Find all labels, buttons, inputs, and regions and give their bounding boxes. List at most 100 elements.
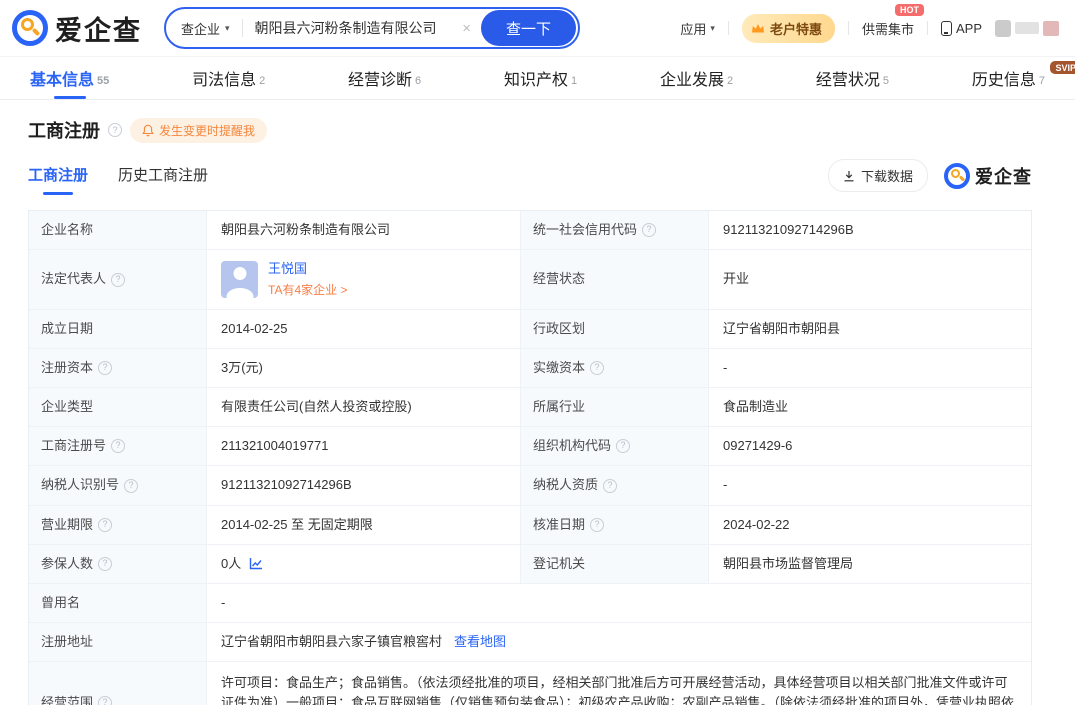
help-icon[interactable]: ? bbox=[98, 361, 112, 375]
address-value: 辽宁省朝阳市朝阳县六家子镇官粮窖村 查看地图 bbox=[207, 623, 1031, 661]
reg-capital-label: 注册资本 ? bbox=[29, 349, 207, 387]
help-icon[interactable]: ? bbox=[98, 696, 112, 705]
search-button[interactable]: 查一下 bbox=[481, 10, 576, 46]
bell-icon bbox=[142, 124, 154, 137]
top-header: 爱企查 查企业 ▾ × 查一下 应用 ▾ 老户特惠 供需集市 HOT bbox=[0, 0, 1075, 56]
chevron-down-icon: ▾ bbox=[225, 23, 230, 34]
industry-label: 所属行业 bbox=[521, 388, 709, 426]
legal-rep-label: 法定代表人 ? bbox=[29, 250, 207, 309]
tab-basic-info[interactable]: 基本信息55 bbox=[30, 57, 109, 99]
tab-operating-status[interactable]: 经营状况5 bbox=[816, 57, 889, 99]
search-input[interactable] bbox=[255, 20, 453, 36]
help-icon[interactable]: ? bbox=[590, 361, 604, 375]
company-type-value: 有限责任公司(自然人投资或控股) bbox=[207, 388, 521, 426]
registration-table: 企业名称 朝阳县六河粉条制造有限公司 统一社会信用代码 ? 9121132109… bbox=[28, 210, 1032, 705]
crown-icon bbox=[751, 23, 765, 34]
nav-divider bbox=[848, 21, 849, 35]
reg-authority-label: 登记机关 bbox=[521, 545, 709, 583]
aiqicha-logo-icon bbox=[12, 10, 48, 46]
tab-company-development[interactable]: 企业发展2 bbox=[660, 57, 733, 99]
help-icon[interactable]: ? bbox=[603, 479, 617, 493]
business-scope-value: 许可项目：食品生产；食品销售。（依法须经批准的项目，经相关部门批准后方可开展经营… bbox=[207, 662, 1031, 705]
table-row: 企业名称 朝阳县六河粉条制造有限公司 统一社会信用代码 ? 9121132109… bbox=[29, 211, 1031, 250]
legal-rep-name-link[interactable]: 王悦国 bbox=[268, 259, 347, 279]
help-icon[interactable]: ? bbox=[111, 439, 125, 453]
paid-capital-label: 实缴资本 ? bbox=[521, 349, 709, 387]
registration-section: 工商注册 ? 发生变更时提醒我 工商注册 历史工商注册 下载数据 bbox=[0, 100, 1075, 705]
aiqicha-logo[interactable]: 爱企查 bbox=[12, 9, 142, 48]
subtab-history-registration[interactable]: 历史工商注册 bbox=[118, 164, 208, 195]
mobile-phone-icon bbox=[941, 21, 952, 36]
approval-date-value: 2024-02-22 bbox=[709, 506, 1031, 544]
tab-intellectual-property[interactable]: 知识产权1 bbox=[504, 57, 577, 99]
legal-rep-avatar[interactable] bbox=[221, 261, 258, 298]
credit-code-value: 91211321092714296B bbox=[709, 211, 1031, 249]
insured-count-value: 0人 bbox=[207, 545, 521, 583]
business-term-label: 营业期限 ? bbox=[29, 506, 207, 544]
section-title: 工商注册 bbox=[28, 117, 100, 143]
view-map-link[interactable]: 查看地图 bbox=[454, 632, 506, 652]
clear-search-icon[interactable]: × bbox=[462, 20, 471, 37]
top-nav: 应用 ▾ 老户特惠 供需集市 HOT APP bbox=[680, 14, 1059, 43]
status-value: 开业 bbox=[709, 250, 1031, 309]
tab-history-info[interactable]: 历史信息7 SVIP bbox=[972, 57, 1045, 99]
org-code-value: 09271429-6 bbox=[709, 427, 1031, 465]
tab-business-diagnosis[interactable]: 经营诊断6 bbox=[348, 57, 421, 99]
change-reminder-button[interactable]: 发生变更时提醒我 bbox=[130, 118, 267, 143]
nav-market[interactable]: 供需集市 HOT bbox=[862, 19, 914, 38]
aiqicha-logo-icon bbox=[944, 163, 970, 189]
nav-apps[interactable]: 应用 ▾ bbox=[680, 19, 715, 38]
trend-chart-icon[interactable] bbox=[249, 557, 263, 570]
aiqicha-watermark: 爱企查 bbox=[944, 163, 1032, 189]
table-row: 成立日期 2014-02-25 行政区划 辽宁省朝阳市朝阳县 bbox=[29, 310, 1031, 349]
taxpayer-qualification-value: - bbox=[709, 466, 1031, 504]
user-account-area[interactable] bbox=[995, 20, 1059, 37]
insured-count-label: 参保人数 ? bbox=[29, 545, 207, 583]
hot-badge: HOT bbox=[895, 4, 924, 16]
main-tabbar: 基本信息55 司法信息2 经营诊断6 知识产权1 企业发展2 经营状况5 历史信… bbox=[0, 56, 1075, 100]
taxpayer-id-value: 91211321092714296B bbox=[207, 466, 521, 504]
former-name-label: 曾用名 bbox=[29, 584, 207, 622]
table-row: 经营范围 ? 许可项目：食品生产；食品销售。（依法须经批准的项目，经相关部门批准… bbox=[29, 662, 1031, 705]
help-icon[interactable]: ? bbox=[616, 439, 630, 453]
table-row: 企业类型 有限责任公司(自然人投资或控股) 所属行业 食品制造业 bbox=[29, 388, 1031, 427]
help-icon[interactable]: ? bbox=[124, 479, 138, 493]
svip-badge: SVIP bbox=[1050, 61, 1075, 74]
establish-date-value: 2014-02-25 bbox=[207, 310, 521, 348]
help-icon[interactable]: ? bbox=[108, 123, 122, 137]
help-icon[interactable]: ? bbox=[590, 518, 604, 532]
taxpayer-id-label: 纳税人识别号 ? bbox=[29, 466, 207, 504]
subtab-registration[interactable]: 工商注册 bbox=[28, 164, 88, 195]
search-divider bbox=[242, 19, 243, 37]
help-icon[interactable]: ? bbox=[98, 557, 112, 571]
table-row: 参保人数 ? 0人 登记机关 朝阳县市场监督管理局 bbox=[29, 545, 1031, 584]
former-name-value: - bbox=[207, 584, 1031, 622]
paid-capital-value: - bbox=[709, 349, 1031, 387]
table-row: 注册资本 ? 3万(元) 实缴资本 ? - bbox=[29, 349, 1031, 388]
industry-value: 食品制造业 bbox=[709, 388, 1031, 426]
approval-date-label: 核准日期 ? bbox=[521, 506, 709, 544]
nav-app-download[interactable]: APP bbox=[941, 21, 982, 36]
tab-judicial-info[interactable]: 司法信息2 bbox=[192, 57, 265, 99]
status-label: 经营状态 bbox=[521, 250, 709, 309]
help-icon[interactable]: ? bbox=[642, 223, 656, 237]
nav-promo-pill[interactable]: 老户特惠 bbox=[742, 14, 835, 43]
chevron-down-icon: ▾ bbox=[710, 23, 715, 34]
download-data-button[interactable]: 下载数据 bbox=[828, 159, 928, 192]
business-term-value: 2014-02-25 至 无固定期限 bbox=[207, 506, 521, 544]
region-label: 行政区划 bbox=[521, 310, 709, 348]
aiqicha-logo-text: 爱企查 bbox=[55, 9, 142, 48]
help-icon[interactable]: ? bbox=[111, 273, 125, 287]
help-icon[interactable]: ? bbox=[98, 518, 112, 532]
org-code-label: 组织机构代码 ? bbox=[521, 427, 709, 465]
table-row: 纳税人识别号 ? 91211321092714296B 纳税人资质 ? - bbox=[29, 466, 1031, 505]
legal-rep-related-link[interactable]: TA有4家企业 > bbox=[268, 281, 347, 300]
business-scope-label: 经营范围 ? bbox=[29, 662, 207, 705]
nav-divider bbox=[728, 21, 729, 35]
reg-number-value: 211321004019771 bbox=[207, 427, 521, 465]
search-bar: 查企业 ▾ × 查一下 bbox=[164, 7, 580, 49]
table-row: 注册地址 辽宁省朝阳市朝阳县六家子镇官粮窖村 查看地图 bbox=[29, 623, 1031, 662]
search-category-dropdown[interactable]: 查企业 ▾ bbox=[181, 19, 230, 38]
taxpayer-qualification-label: 纳税人资质 ? bbox=[521, 466, 709, 504]
reg-number-label: 工商注册号 ? bbox=[29, 427, 207, 465]
